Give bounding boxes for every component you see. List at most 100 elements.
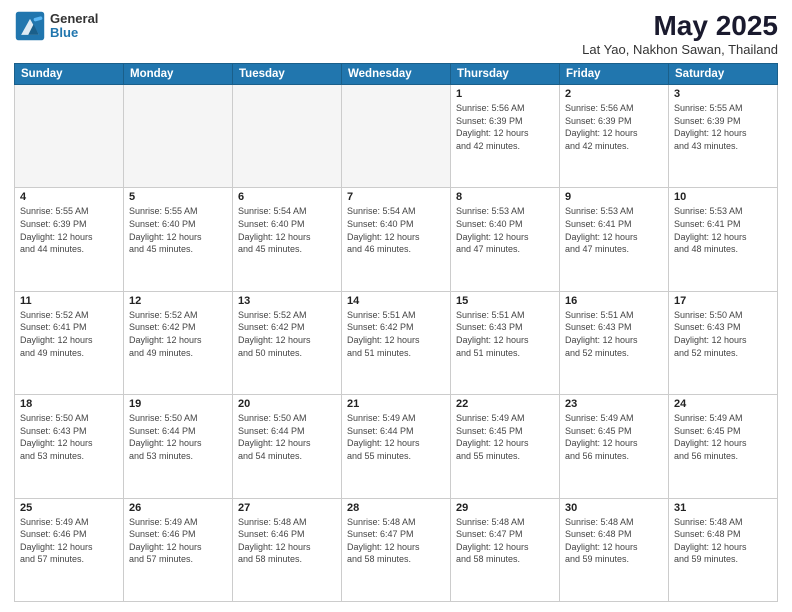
day-info: Sunrise: 5:55 AM Sunset: 6:40 PM Dayligh… [129,205,227,255]
day-number: 20 [238,398,336,410]
col-monday: Monday [124,64,233,85]
calendar-cell: 25 Sunrise: 5:49 AM Sunset: 6:46 PM Dayli… [15,498,124,601]
location: Lat Yao, Nakhon Sawan, Thailand [582,42,778,57]
day-info: Sunrise: 5:51 AM Sunset: 6:43 PM Dayligh… [565,309,663,359]
day-info: Sunrise: 5:52 AM Sunset: 6:42 PM Dayligh… [129,309,227,359]
day-info: Sunrise: 5:53 AM Sunset: 6:40 PM Dayligh… [456,205,554,255]
calendar-cell: 29Sunrise: 5:48 AM Sunset: 6:47 PM Dayli… [451,498,560,601]
logo-blue: Blue [50,26,98,40]
day-number: 30 [565,502,663,514]
day-number: 28 [347,502,445,514]
calendar-week-4: 18Sunrise: 5:50 AM Sunset: 6:43 PM Dayli… [15,395,778,498]
calendar-cell: 14 Sunrise: 5:51 AM Sunset: 6:42 PM Dayli… [342,291,451,394]
calendar-cell: 12 Sunrise: 5:52 AM Sunset: 6:42 PM Dayli… [124,291,233,394]
calendar-cell [124,85,233,188]
day-info: Sunrise: 5:51 AM Sunset: 6:42 PM Dayligh… [347,309,445,359]
day-number: 21 [347,398,445,410]
day-info: Sunrise: 5:53 AM Sunset: 6:41 PM Dayligh… [674,205,772,255]
calendar-cell: 15Sunrise: 5:51 AM Sunset: 6:43 PM Dayli… [451,291,560,394]
day-number: 16 [565,295,663,307]
calendar: Sunday Monday Tuesday Wednesday Thursday… [14,63,778,602]
col-wednesday: Wednesday [342,64,451,85]
col-sunday: Sunday [15,64,124,85]
day-info: Sunrise: 5:50 AM Sunset: 6:44 PM Dayligh… [238,412,336,462]
day-info: Sunrise: 5:49 AM Sunset: 6:46 PM Dayligh… [20,516,118,566]
calendar-cell: 23 Sunrise: 5:49 AM Sunset: 6:45 PM Dayli… [560,395,669,498]
day-number: 26 [129,502,227,514]
day-number: 14 [347,295,445,307]
calendar-cell [342,85,451,188]
col-saturday: Saturday [669,64,778,85]
day-info: Sunrise: 5:49 AM Sunset: 6:46 PM Dayligh… [129,516,227,566]
calendar-cell: 17 Sunrise: 5:50 AM Sunset: 6:43 PM Dayli… [669,291,778,394]
day-info: Sunrise: 5:52 AM Sunset: 6:41 PM Dayligh… [20,309,118,359]
calendar-cell: 8Sunrise: 5:53 AM Sunset: 6:40 PM Daylig… [451,188,560,291]
day-info: Sunrise: 5:54 AM Sunset: 6:40 PM Dayligh… [238,205,336,255]
day-number: 23 [565,398,663,410]
logo-text: General Blue [50,12,98,41]
day-number: 31 [674,502,772,514]
calendar-cell: 27Sunrise: 5:48 AM Sunset: 6:46 PM Dayli… [233,498,342,601]
calendar-cell: 11 Sunrise: 5:52 AM Sunset: 6:41 PM Dayli… [15,291,124,394]
day-number: 6 [238,191,336,203]
calendar-cell [15,85,124,188]
day-info: Sunrise: 5:50 AM Sunset: 6:43 PM Dayligh… [674,309,772,359]
calendar-header-row: Sunday Monday Tuesday Wednesday Thursday… [15,64,778,85]
logo-general: General [50,12,98,26]
day-info: Sunrise: 5:51 AM Sunset: 6:43 PM Dayligh… [456,309,554,359]
day-info: Sunrise: 5:54 AM Sunset: 6:40 PM Dayligh… [347,205,445,255]
day-number: 27 [238,502,336,514]
calendar-cell: 19 Sunrise: 5:50 AM Sunset: 6:44 PM Dayli… [124,395,233,498]
day-info: Sunrise: 5:49 AM Sunset: 6:45 PM Dayligh… [674,412,772,462]
day-number: 22 [456,398,554,410]
day-info: Sunrise: 5:56 AM Sunset: 6:39 PM Dayligh… [565,102,663,152]
day-number: 3 [674,88,772,100]
logo-icon [14,10,46,42]
day-number: 12 [129,295,227,307]
month-title: May 2025 [582,10,778,42]
calendar-cell [233,85,342,188]
calendar-cell: 4Sunrise: 5:55 AM Sunset: 6:39 PM Daylig… [15,188,124,291]
day-number: 7 [347,191,445,203]
day-info: Sunrise: 5:49 AM Sunset: 6:45 PM Dayligh… [565,412,663,462]
day-info: Sunrise: 5:55 AM Sunset: 6:39 PM Dayligh… [674,102,772,152]
day-info: Sunrise: 5:50 AM Sunset: 6:44 PM Dayligh… [129,412,227,462]
calendar-cell: 2 Sunrise: 5:56 AM Sunset: 6:39 PM Daylig… [560,85,669,188]
day-number: 2 [565,88,663,100]
day-info: Sunrise: 5:53 AM Sunset: 6:41 PM Dayligh… [565,205,663,255]
logo: General Blue [14,10,98,42]
day-number: 25 [20,502,118,514]
day-info: Sunrise: 5:52 AM Sunset: 6:42 PM Dayligh… [238,309,336,359]
day-number: 29 [456,502,554,514]
day-number: 24 [674,398,772,410]
day-number: 10 [674,191,772,203]
title-block: May 2025 Lat Yao, Nakhon Sawan, Thailand [582,10,778,57]
day-number: 9 [565,191,663,203]
calendar-cell: 5Sunrise: 5:55 AM Sunset: 6:40 PM Daylig… [124,188,233,291]
day-number: 17 [674,295,772,307]
day-number: 13 [238,295,336,307]
calendar-cell: 31Sunrise: 5:48 AM Sunset: 6:48 PM Dayli… [669,498,778,601]
day-number: 11 [20,295,118,307]
calendar-cell: 10 Sunrise: 5:53 AM Sunset: 6:41 PM Dayli… [669,188,778,291]
calendar-cell: 21Sunrise: 5:49 AM Sunset: 6:44 PM Dayli… [342,395,451,498]
calendar-cell: 16 Sunrise: 5:51 AM Sunset: 6:43 PM Dayli… [560,291,669,394]
col-tuesday: Tuesday [233,64,342,85]
col-thursday: Thursday [451,64,560,85]
day-info: Sunrise: 5:48 AM Sunset: 6:48 PM Dayligh… [565,516,663,566]
calendar-cell: 24 Sunrise: 5:49 AM Sunset: 6:45 PM Dayli… [669,395,778,498]
day-number: 19 [129,398,227,410]
day-number: 4 [20,191,118,203]
calendar-cell: 22Sunrise: 5:49 AM Sunset: 6:45 PM Dayli… [451,395,560,498]
day-info: Sunrise: 5:56 AM Sunset: 6:39 PM Dayligh… [456,102,554,152]
day-info: Sunrise: 5:50 AM Sunset: 6:43 PM Dayligh… [20,412,118,462]
col-friday: Friday [560,64,669,85]
calendar-cell: 26 Sunrise: 5:49 AM Sunset: 6:46 PM Dayli… [124,498,233,601]
calendar-cell: 30 Sunrise: 5:48 AM Sunset: 6:48 PM Dayli… [560,498,669,601]
calendar-week-5: 25 Sunrise: 5:49 AM Sunset: 6:46 PM Dayli… [15,498,778,601]
calendar-cell: 6 Sunrise: 5:54 AM Sunset: 6:40 PM Daylig… [233,188,342,291]
calendar-cell: 13 Sunrise: 5:52 AM Sunset: 6:42 PM Dayli… [233,291,342,394]
calendar-week-3: 11 Sunrise: 5:52 AM Sunset: 6:41 PM Dayli… [15,291,778,394]
page-header: General Blue May 2025 Lat Yao, Nakhon Sa… [14,10,778,57]
day-info: Sunrise: 5:48 AM Sunset: 6:47 PM Dayligh… [347,516,445,566]
